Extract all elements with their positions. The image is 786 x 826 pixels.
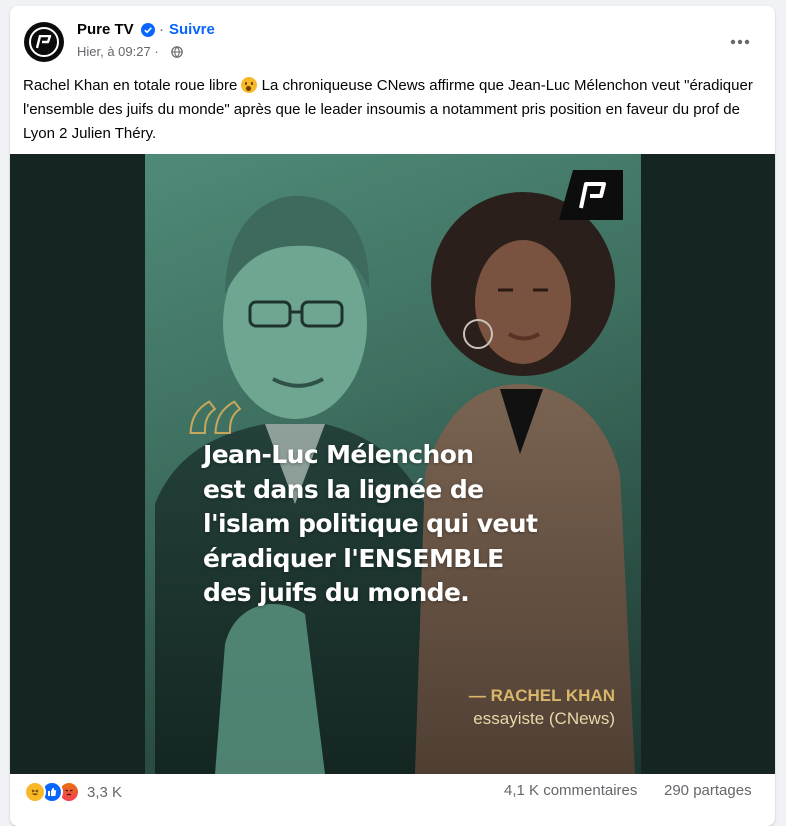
more-options-icon bbox=[730, 39, 750, 45]
page-name-link[interactable]: Pure TV bbox=[77, 21, 134, 38]
reaction-count: 3,3 K bbox=[87, 783, 123, 801]
pure-tv-watermark-icon bbox=[559, 170, 623, 220]
astonished-emoji-icon bbox=[241, 77, 258, 93]
comments-count-link[interactable]: 4,1 K commentaires bbox=[504, 782, 637, 799]
shares-count-link[interactable]: 290 partages bbox=[664, 782, 752, 799]
post-card: Pure TV · Suivre Hier, à 09:27 · Rachel … bbox=[10, 6, 775, 826]
verified-badge-icon bbox=[141, 23, 155, 37]
post-image[interactable]: “ Jean-Luc Mélenchon est dans la lignée … bbox=[10, 154, 775, 774]
quote-line: l'islam politique qui veut bbox=[203, 509, 538, 538]
quote-line: Jean-Luc Mélenchon bbox=[203, 440, 474, 469]
post-text-part-1: Rachel Khan en totale roue libre bbox=[23, 77, 242, 94]
reactions-summary[interactable]: 3,3 K bbox=[24, 781, 123, 803]
more-options-button[interactable] bbox=[724, 26, 756, 58]
page-avatar[interactable] bbox=[24, 22, 64, 62]
follow-button[interactable]: Suivre bbox=[169, 21, 215, 38]
globe-icon bbox=[171, 46, 183, 58]
quote-line: des juifs du monde. bbox=[203, 578, 470, 607]
quote-author-role: essayiste (CNews) bbox=[473, 709, 615, 728]
separator: · bbox=[159, 21, 164, 38]
quote-author: — RACHEL KHAN bbox=[468, 686, 615, 705]
haha-reaction-icon bbox=[24, 781, 46, 803]
quote-line: éradiquer l'ENSEMBLE bbox=[203, 543, 504, 573]
quote-poster: “ Jean-Luc Mélenchon est dans la lignée … bbox=[145, 154, 641, 774]
pure-tv-logo-icon bbox=[36, 35, 52, 49]
quote-text: Jean-Luc Mélenchon est dans la lignée de… bbox=[203, 438, 583, 611]
quote-line: est dans la lignée de bbox=[203, 474, 484, 504]
post-message: Rachel Khan en totale roue libre La chro… bbox=[23, 74, 765, 146]
post-timestamp[interactable]: Hier, à 09:27 · bbox=[77, 44, 159, 59]
